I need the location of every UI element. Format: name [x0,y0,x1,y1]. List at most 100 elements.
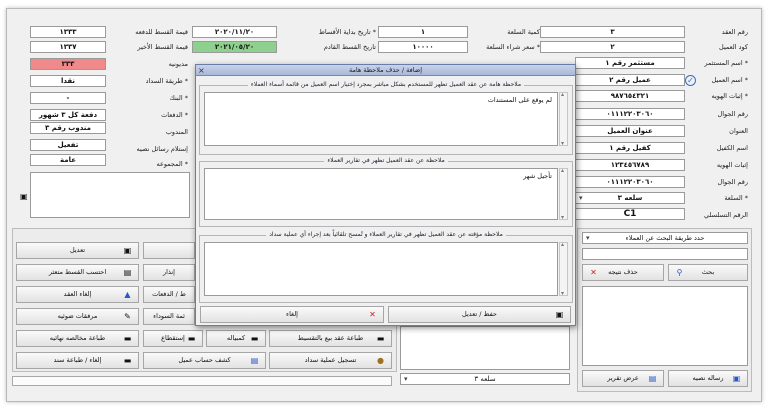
start-date-label: * تاريخ بداية الأقساط [318,28,376,36]
guarantor-mobile-label: رقم الجوال [717,178,748,186]
calc-icon: ▤ [123,268,132,277]
close-icon[interactable]: × [198,65,205,76]
note1-caption: ملاحظة هامة عن عقد العميل تظهر للمستخدم … [200,81,572,88]
dialog-cancel-button[interactable]: ✕ إلغاء [200,306,384,323]
goods-label: * السلعة [724,194,748,202]
blacklist-button[interactable]: ئمة السوداء [143,308,195,325]
statement-button[interactable]: ▤ كشف حساب عميل [143,352,266,369]
payments-label: * الدفعات [161,111,188,119]
guarantor-field[interactable]: كفيل رقم ١ [575,142,685,154]
note1-scrollbar[interactable] [559,91,568,147]
print-clearance-button[interactable]: ▬ طباعة مخالصه نهائيه [16,330,139,347]
start-date-field[interactable]: ٢٠٢٠/١١/٢٠ [192,26,277,38]
pay-method-field[interactable]: نقدا [30,75,106,87]
save-disk-icon[interactable]: ▣ [20,192,28,201]
address-label: العنوان [729,127,748,135]
guarantor-id-label: إثبات الهويه [716,161,748,169]
save-icon: ▣ [123,246,132,255]
goods-select[interactable]: سلعه ٣ [575,192,685,204]
list-icon: ▤ [250,356,259,365]
printer-icon: ▬ [123,356,132,365]
print-installment-button[interactable]: ▬ طباعة عقد بيع بالتقسيط [269,330,392,347]
bill-button[interactable]: ▬ كمبياله [206,330,266,347]
edit-button[interactable]: ▣ تعديل [16,242,139,259]
advice-field[interactable]: تفعيل [30,139,106,151]
qty-field[interactable]: ١ [378,26,468,38]
sms-button[interactable]: ▣ رساله نصيه [668,370,748,387]
status-bar [12,376,392,386]
investor-name-field[interactable]: مستثمر رقم ١ [575,57,685,69]
qty-label: كمية السلعة [507,28,540,36]
serial-label: الرقم التسلسلي [704,211,748,219]
middle-list[interactable] [400,326,570,370]
note3-textarea[interactable] [204,242,558,296]
guarantor-mobile-field[interactable]: ٠١١١٢٢٠٣٠٦٠ [575,176,685,188]
serial-field[interactable]: C1 [575,208,685,220]
printer-icon: ▬ [187,334,196,343]
pay-method-label: * طريقة السداد [145,77,188,85]
client-name-field[interactable]: عميل رقم ٢ [575,74,685,86]
notes-area[interactable] [30,172,190,218]
report-button[interactable]: ▤ عرض تقرير [582,370,664,387]
search-button[interactable]: ⚲ بحث [668,264,748,281]
group-field[interactable]: عامة [30,154,106,166]
next-date-field[interactable]: ٢٠٢١/٠٥/٢٠ [192,41,277,53]
price-field[interactable]: ١٠٠٠٠ [378,41,468,53]
search-mode-select[interactable]: حدد طريقة البحث عن العملاء [582,232,748,244]
record-payment-button[interactable]: ● تسجيل عملية سداد [269,352,392,369]
note2-textarea[interactable]: تأجيل شهر [204,168,558,220]
client-code-field[interactable]: ٢ [540,41,685,53]
guarantor-id-field[interactable]: ١٢٣٤٥٦٧٨٩ [575,159,685,171]
dialog-title: إضافة / حذف ملاحظة هامة [196,65,575,76]
dialog-save-button[interactable]: ▣ حفظ / تعديل [388,306,571,323]
calc-late-button[interactable]: ▤ احتسب القسط متعثر [16,264,139,281]
delegate-field[interactable]: مندوب رقم ٣ [30,122,106,134]
contract-no-field[interactable]: ٣ [540,26,685,38]
search-results-list[interactable] [582,286,748,366]
note3-group: ملاحظة مؤقته عن عقد العميل تظهر في تقاري… [199,231,573,303]
blank-button[interactable] [143,242,195,259]
delete-result-button[interactable]: ✕ حذف نتيجه [582,264,664,281]
cancel-contract-button[interactable]: ▲ إلغاء العقد [16,286,139,303]
client-verified-icon: ✓ [685,75,696,86]
next-date-label: تاريخ القسط القادم [323,43,376,51]
last-installment-field[interactable]: ١٣٣٧ [30,41,106,53]
price-label: * سعر شراء السلعة [486,43,540,51]
printer-icon: ▬ [250,334,259,343]
debt-label: مديونيه [168,60,188,68]
note1-textarea[interactable]: لم يوقع على المستندات [204,92,558,146]
goods-bottom-select[interactable]: سلعه ٣ [400,373,570,385]
money-bag-icon: ● [377,356,384,365]
investor-name-label: * اسم المستثمر [704,59,748,67]
important-note-dialog: إضافة / حذف ملاحظة هامة × ملاحظة هامة عن… [195,64,576,326]
warn-button[interactable]: إنذار [143,264,195,281]
note3-scrollbar[interactable] [559,241,568,297]
delegate-label: المندوب [165,128,188,136]
delete-x-icon: ✕ [369,310,376,319]
note3-caption: ملاحظة مؤقته عن عقد العميل تظهر في تقاري… [200,231,572,238]
report-icon: ▤ [648,374,657,383]
attachments-button[interactable]: ✎ مرفقات ضوئيه [16,308,139,325]
bank-field[interactable]: - [30,92,106,104]
cancel-print-bond-button[interactable]: ▬ إلغاء / طباعة سند [16,352,139,369]
printer-icon: ▬ [376,334,385,343]
note2-caption: ملاحظة عن عقد العميل تظهر في تقارير العم… [200,157,572,164]
note2-group: ملاحظة عن عقد العميل تظهر في تقارير العم… [199,157,573,227]
search-input[interactable] [582,248,748,260]
note2-scrollbar[interactable] [559,167,568,221]
last-installment-label: قيمة القسط الأخير [137,43,188,51]
guarantor-label: اسم الكفيل [716,144,748,152]
address-field[interactable]: عنوان العميل [575,125,685,137]
first-installment-field[interactable]: ١٣٣٣ [30,26,106,38]
payments-button[interactable]: ط / الدفعات [143,286,195,303]
mobile-field[interactable]: ٠١١١٢٢٠٣٠٦٠ [575,108,685,120]
bank-label: * البنك [169,94,188,102]
client-name-label: * اسم العميل [711,76,748,84]
deduct-button[interactable]: ▬ إستقطاع [143,330,203,347]
client-code-label: كود العميل [719,43,748,51]
payments-field[interactable]: دفعة كل ٣ شهور [30,109,106,121]
message-icon: ▣ [732,374,741,383]
id-proof-field[interactable]: ٩٨٧٦٥٤٣٢١ [575,90,685,102]
id-proof-label: * إثبات الهويه [711,92,749,100]
debt-field[interactable]: ٣٣٣ [30,58,106,70]
